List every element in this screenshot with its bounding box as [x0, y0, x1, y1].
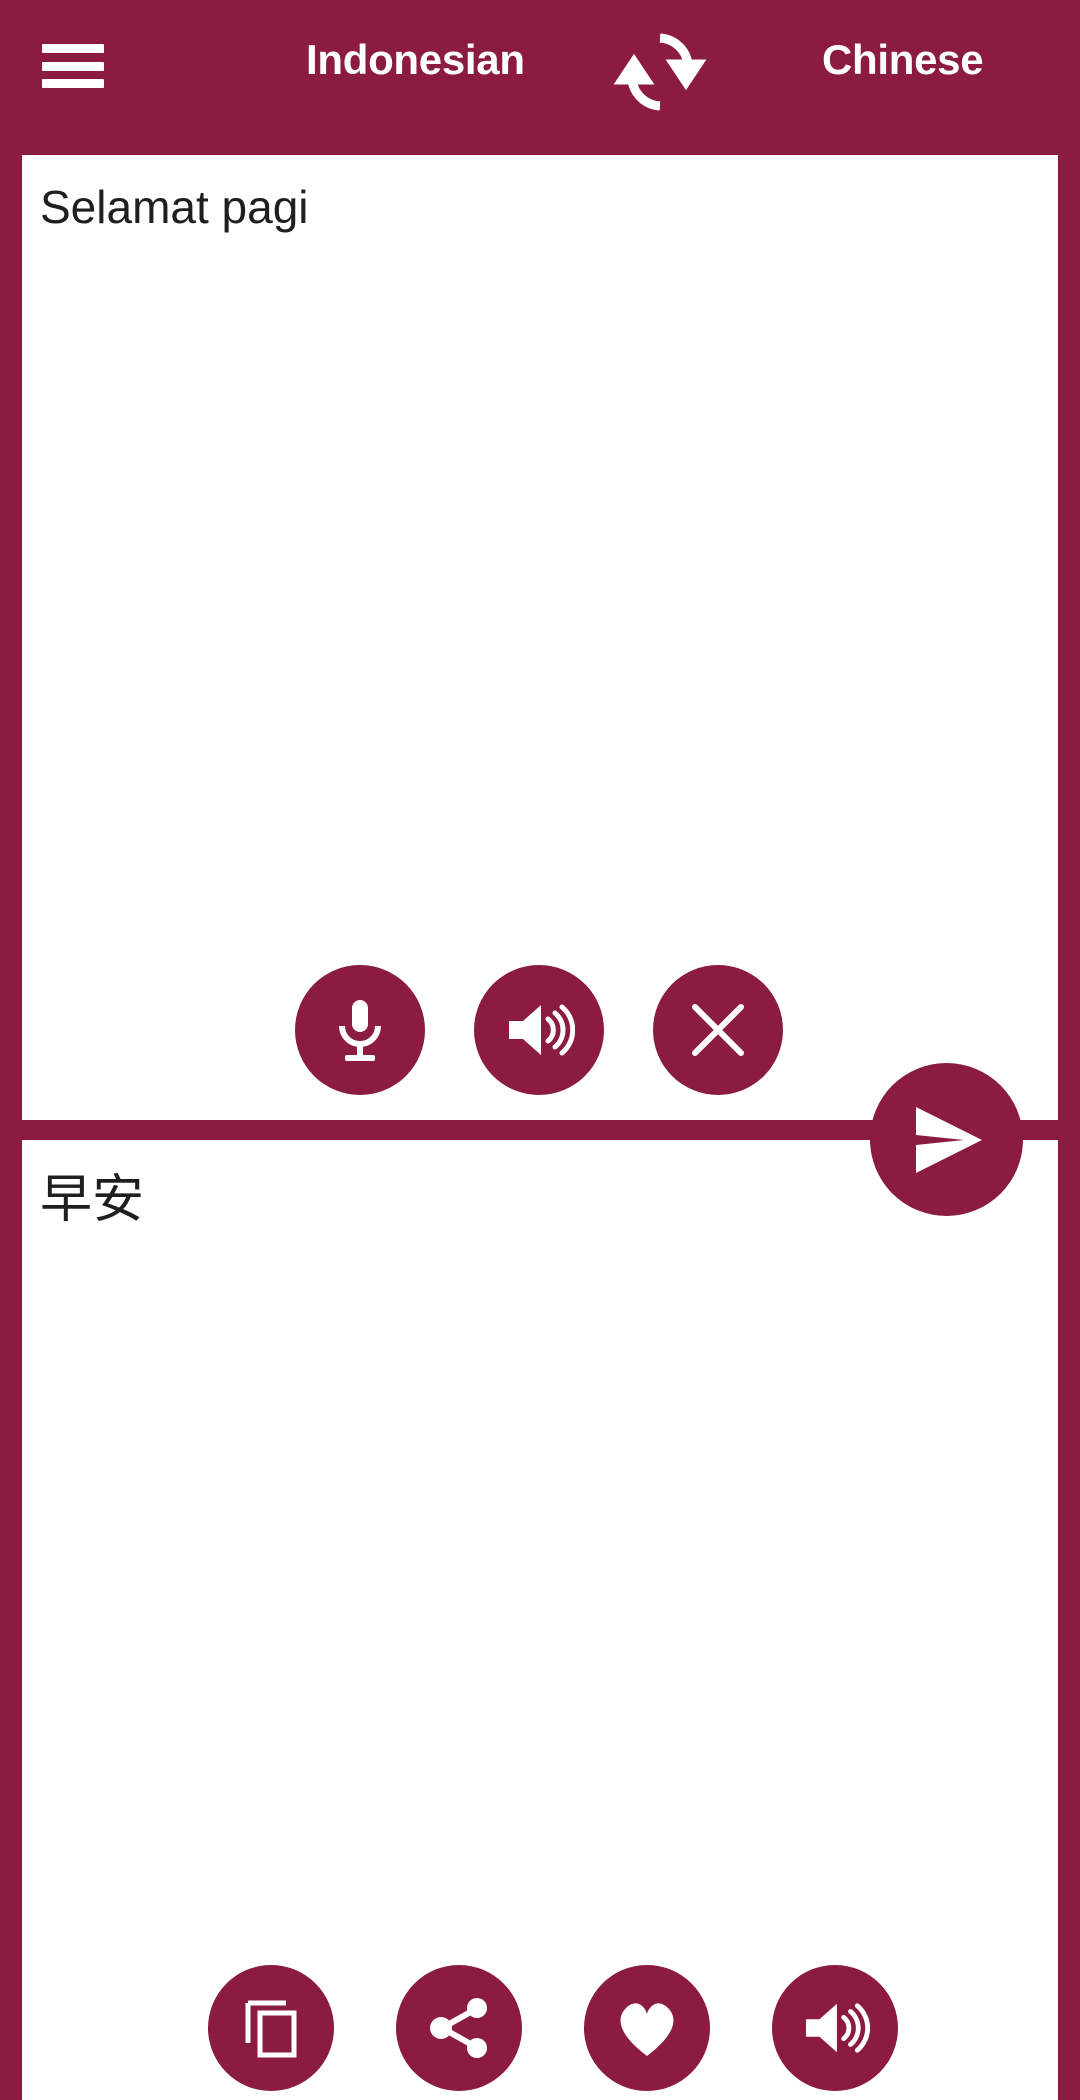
speak-target-button[interactable] [772, 1965, 898, 2091]
speaker-icon [509, 1004, 575, 1056]
heart-icon [620, 2003, 674, 2056]
close-icon [692, 1004, 744, 1056]
voice-input-button[interactable] [295, 965, 425, 1095]
hamburger-menu-icon[interactable] [42, 41, 104, 91]
source-language-selector[interactable]: Indonesian [306, 36, 525, 84]
send-paper-plane-icon [915, 1106, 982, 1173]
share-button[interactable] [396, 1965, 522, 2091]
source-text[interactable]: Selamat pagi [40, 179, 1040, 237]
source-text-panel[interactable]: Selamat pagi [22, 155, 1058, 1120]
share-icon [430, 1998, 487, 2058]
speaker-icon [805, 2003, 870, 2053]
target-language-selector[interactable]: Chinese [822, 36, 984, 84]
copy-button[interactable] [208, 1965, 334, 2091]
clear-text-button[interactable] [653, 965, 783, 1095]
swap-languages-icon[interactable] [612, 24, 708, 120]
app-header: Indonesian Chinese [0, 0, 1080, 132]
favorite-button[interactable] [584, 1965, 710, 2091]
microphone-icon [339, 1000, 381, 1061]
translator-app-screen: Indonesian Chinese Selamat pagi 早安 [0, 0, 1080, 2100]
hamburger-bar-1 [42, 44, 104, 53]
translate-send-button[interactable] [870, 1063, 1023, 1216]
copy-icon [245, 2000, 297, 2058]
hamburger-bar-2 [42, 61, 104, 71]
hamburger-bar-3 [42, 79, 104, 88]
target-text-panel[interactable]: 早安 [22, 1140, 1058, 2100]
speak-source-button[interactable] [474, 965, 604, 1095]
